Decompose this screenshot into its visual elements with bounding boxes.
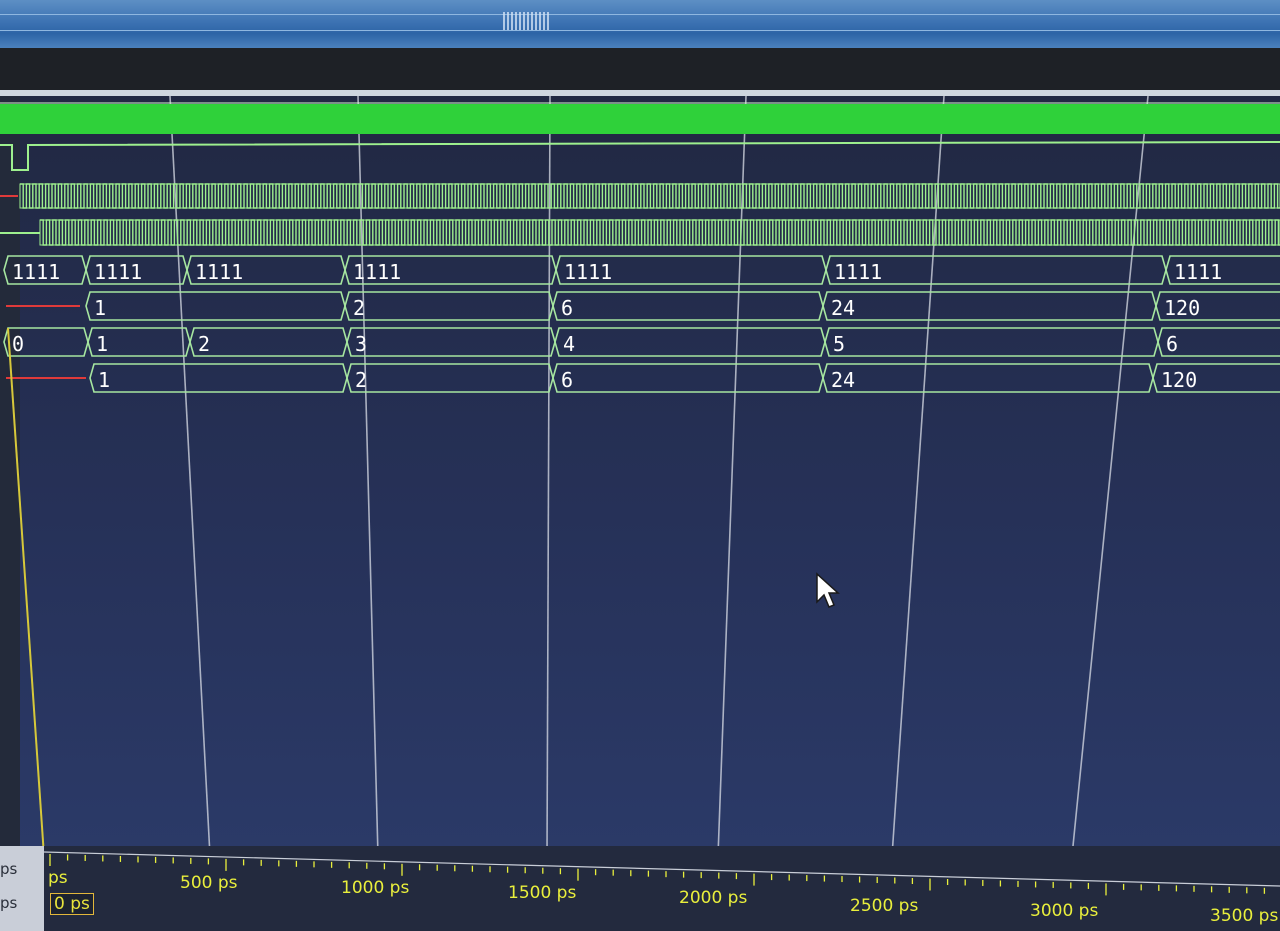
bus-value: 4 xyxy=(563,332,575,356)
bus-value: 6 xyxy=(561,368,573,392)
time-label-start: ps xyxy=(48,868,68,888)
bus-segment xyxy=(344,291,554,321)
time-label: 2000 ps xyxy=(679,888,748,908)
bus-segment xyxy=(89,363,348,393)
bus-value: 24 xyxy=(831,296,855,320)
splitter-grip-icon[interactable] xyxy=(503,12,551,30)
bus-value: 6 xyxy=(1166,332,1178,356)
bus-segment xyxy=(552,291,824,321)
window-splitter[interactable] xyxy=(0,0,1280,48)
bus-segment xyxy=(552,363,824,393)
grid-lines xyxy=(169,96,1149,856)
bus-value: 1111 xyxy=(353,260,401,284)
bus-value: 1111 xyxy=(564,260,612,284)
clock-signals xyxy=(0,183,1280,246)
bus-value: 0 xyxy=(12,332,24,356)
bus-value: 1111 xyxy=(94,260,142,284)
high-signal-fill xyxy=(0,104,1280,134)
bus-value: 3 xyxy=(355,332,367,356)
bus-value: 2 xyxy=(355,368,367,392)
bus-value: 1 xyxy=(96,332,108,356)
clock-waveform-2 xyxy=(40,219,1280,246)
grid-line xyxy=(546,96,551,856)
cursor-line xyxy=(7,327,45,856)
grid-line xyxy=(717,96,747,856)
bus-value: 5 xyxy=(833,332,845,356)
waveform-plot[interactable]: 1111 1111 1111 1111 1111 1111 11111 2 6 24 1200 1 2 3… xyxy=(0,96,1280,856)
grid-line xyxy=(357,96,379,856)
time-label: 1500 ps xyxy=(508,883,577,903)
time-label: 1000 ps xyxy=(341,878,410,898)
bus-value: 120 xyxy=(1164,296,1200,320)
bus-value: 1 xyxy=(98,368,110,392)
grid-line xyxy=(891,96,945,856)
bus-segment xyxy=(346,363,554,393)
reset-waveform xyxy=(0,141,1280,171)
bus-value: 120 xyxy=(1161,368,1197,392)
signal-high-bar xyxy=(0,102,1280,134)
bus-signals: 1111 1111 1111 1111 1111 1111 11111 2 6 24 1200 1 2 3… xyxy=(3,255,1280,393)
cursor-time-readout[interactable]: 0 ps xyxy=(50,893,94,915)
bus-segment xyxy=(189,327,348,357)
bus-segment xyxy=(824,327,1159,357)
bus-value: 1111 xyxy=(834,260,882,284)
bus-value: 1111 xyxy=(1174,260,1222,284)
bus-segment xyxy=(346,327,556,357)
signal-reset xyxy=(0,141,1280,171)
splitter-rail xyxy=(0,30,1280,31)
bus-segment xyxy=(85,291,346,321)
time-label: 3000 ps xyxy=(1030,901,1099,921)
toolbar-strip xyxy=(0,48,1280,90)
time-label: 500 ps xyxy=(180,873,238,893)
grid-line xyxy=(169,96,211,856)
time-cursor xyxy=(7,327,45,856)
clock-waveform-1 xyxy=(20,183,1280,209)
bus-segment xyxy=(554,327,826,357)
bus-value: 1 xyxy=(94,296,106,320)
time-label: 2500 ps xyxy=(850,896,919,916)
bus-value: 2 xyxy=(198,332,210,356)
bus-value: 2 xyxy=(353,296,365,320)
splitter-rail xyxy=(0,14,1280,15)
mouse-pointer-icon xyxy=(816,572,840,608)
time-label: 3500 ps xyxy=(1210,906,1279,926)
bus-segment xyxy=(822,291,1157,321)
bus-segment xyxy=(822,363,1154,393)
bus-value: 24 xyxy=(831,368,855,392)
bus-value: 1111 xyxy=(12,260,60,284)
bus-value: 1111 xyxy=(195,260,243,284)
grid-line xyxy=(1071,96,1149,856)
bus-value: 6 xyxy=(561,296,573,320)
